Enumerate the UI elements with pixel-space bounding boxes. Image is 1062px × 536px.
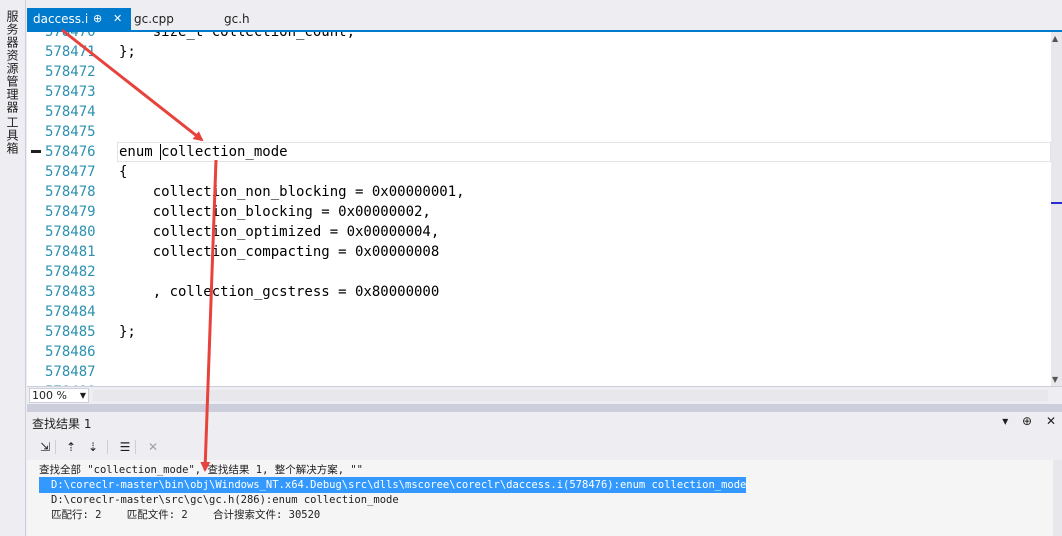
zoom-level-select[interactable]: 100 % ▼	[29, 388, 89, 403]
code-line[interactable]: size_t collection_count;	[119, 32, 355, 42]
line-number: 578479	[45, 204, 96, 220]
line-number: 578474	[45, 104, 96, 120]
toolbar-separator	[135, 440, 136, 454]
line-number: 578481	[45, 244, 96, 260]
find-result-item[interactable]: D:\coreclr-master\bin\obj\Windows_NT.x64…	[39, 477, 747, 493]
side-tool-strip: 服务器资源管理器 工具箱	[0, 0, 26, 536]
tab-daccess-i[interactable]: daccess.i ⊕ ✕	[27, 8, 131, 30]
scroll-down-icon[interactable]: ▼	[1052, 375, 1058, 384]
code-editor[interactable]: 578470 578471 578472 578473 578474 578475 5784…	[27, 32, 1051, 386]
line-number: 578472	[45, 64, 96, 80]
code-line[interactable]: enum collection_mode	[119, 142, 288, 162]
document-tab-bar: daccess.i ⊕ ✕ gc.cpp gc.h	[27, 8, 1062, 30]
panel-title-controls: ▾ ⊕ ✕	[992, 414, 1056, 428]
line-number-gutter: 578470 578471 578472 578473 578474 578475 5784…	[41, 32, 103, 386]
editor-horizontal-scrollbar[interactable]	[93, 390, 1048, 401]
find-stats-line: 匹配行: 2 匹配文件: 2 合计搜索文件: 30520	[51, 509, 321, 521]
line-number: 578475	[45, 124, 96, 140]
close-icon[interactable]: ✕	[113, 8, 122, 30]
tab-label: gc.cpp	[134, 12, 174, 26]
text-caret	[160, 144, 162, 160]
panel-pin-icon[interactable]: ⊕	[1022, 414, 1032, 428]
tab-label: daccess.i	[33, 12, 89, 26]
panel-splitter[interactable]	[27, 404, 1062, 412]
cancel-find-button[interactable]: ✕	[143, 438, 163, 456]
editor-vertical-scrollbar[interactable]: ▲ ▼	[1051, 32, 1062, 386]
find-result-item[interactable]: D:\coreclr-master\src\gc\gc.h(286):enum …	[51, 492, 399, 508]
code-line[interactable]: , collection_gcstress = 0x80000000	[119, 282, 440, 302]
line-number: 578487	[45, 364, 96, 380]
code-line[interactable]: {	[119, 162, 127, 182]
outline-collapse-icon[interactable]	[31, 150, 41, 153]
scroll-up-icon[interactable]: ▲	[1052, 34, 1058, 43]
line-number: 578477	[45, 164, 96, 180]
line-number: 578485	[45, 324, 96, 340]
code-line[interactable]: collection_optimized = 0x00000004,	[119, 222, 440, 242]
code-line[interactable]: collection_blocking = 0x00000002,	[119, 202, 431, 222]
toolbar-separator	[107, 440, 108, 454]
tab-label: gc.h	[224, 12, 250, 26]
find-results-panel: 查找结果 1 ▾ ⊕ ✕ ⇲ ⇡ ⇣ ☰ ✕ 查找全部 "collection_mode…	[27, 412, 1062, 536]
glyph-margin	[27, 32, 41, 386]
toolbox-tab[interactable]: 工具箱	[4, 116, 21, 155]
code-line[interactable]: };	[119, 42, 136, 62]
find-summary-line: 查找全部 "collection_mode", 查找结果 1, 整个解决方案, …	[39, 464, 364, 476]
previous-result-button[interactable]: ⇡	[61, 438, 81, 456]
tab-gc-cpp[interactable]: gc.cpp	[128, 8, 218, 30]
go-to-location-button[interactable]: ⇲	[35, 438, 55, 456]
find-results-list[interactable]: 查找全部 "collection_mode", 查找结果 1, 整个解决方案, …	[27, 460, 1053, 536]
panel-dropdown-icon[interactable]: ▾	[1002, 414, 1008, 428]
toolbar-separator	[55, 440, 56, 454]
code-line[interactable]: };	[119, 322, 136, 342]
code-area[interactable]: size_t collection_count;}; enum collectio…	[119, 32, 1051, 386]
editor-status-row: 100 % ▼	[27, 386, 1062, 404]
clear-all-button[interactable]: ☰	[115, 438, 135, 456]
line-number: 578480	[45, 224, 96, 240]
panel-title: 查找结果 1	[32, 417, 92, 431]
tab-gc-h[interactable]: gc.h	[218, 8, 298, 30]
line-number: 578486	[45, 344, 96, 360]
panel-close-icon[interactable]: ✕	[1046, 414, 1056, 428]
line-number: 578478	[45, 184, 96, 200]
pin-icon[interactable]: ⊕	[93, 8, 102, 30]
zoom-level-value: 100 %	[32, 389, 67, 402]
find-results-scrollbar[interactable]	[1053, 460, 1062, 536]
line-number: 578476	[45, 144, 96, 160]
code-line[interactable]: collection_compacting = 0x00000008	[119, 242, 440, 262]
line-number: 578471	[45, 44, 96, 60]
code-line[interactable]: collection_non_blocking = 0x00000001,	[119, 182, 465, 202]
line-number: 578483	[45, 284, 96, 300]
line-number: 578470	[45, 32, 96, 40]
server-explorer-tab[interactable]: 服务器资源管理器	[4, 10, 21, 114]
next-result-button[interactable]: ⇣	[83, 438, 103, 456]
line-number: 578482	[45, 264, 96, 280]
line-number: 578473	[45, 84, 96, 100]
chevron-down-icon: ▼	[79, 391, 86, 400]
line-number: 578484	[45, 304, 96, 320]
scrollbar-position-marker	[1051, 202, 1062, 204]
